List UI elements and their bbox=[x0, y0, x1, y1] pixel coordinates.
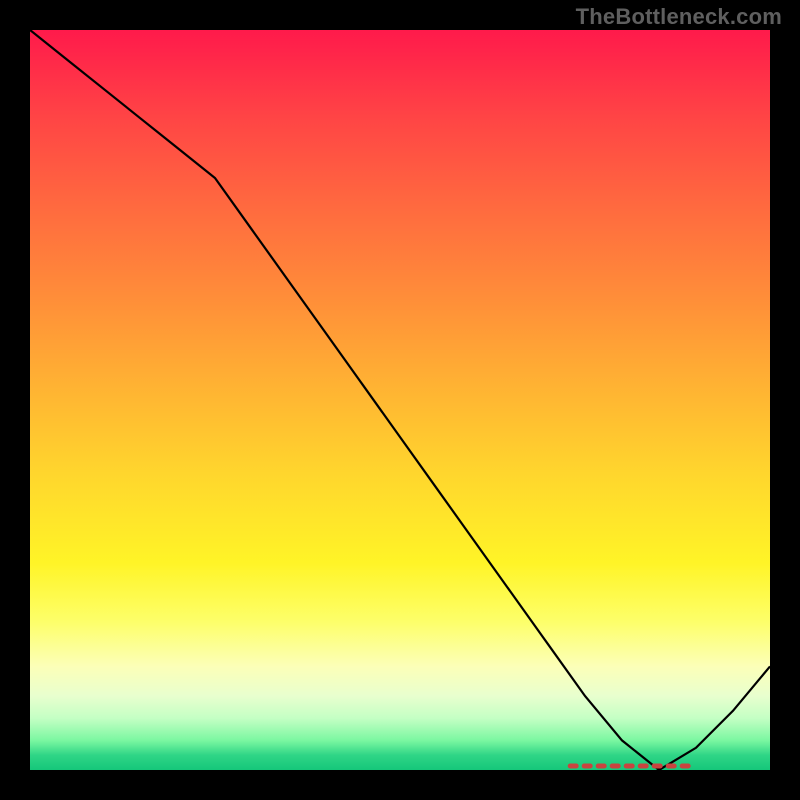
chart-svg bbox=[30, 30, 770, 770]
plot-area bbox=[30, 30, 770, 770]
bottleneck-curve bbox=[30, 30, 770, 770]
watermark-text: TheBottleneck.com bbox=[576, 4, 782, 30]
chart-frame: TheBottleneck.com bbox=[0, 0, 800, 800]
